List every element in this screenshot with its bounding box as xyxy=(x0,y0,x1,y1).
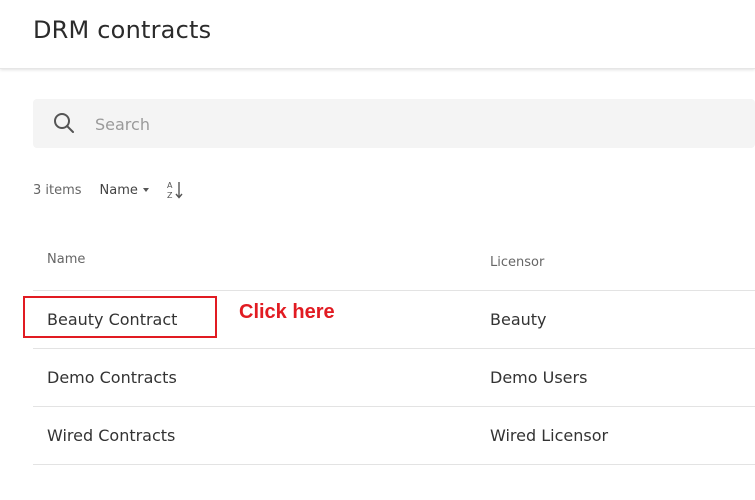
items-count: 3 items xyxy=(33,182,82,198)
sort-by-label: Name xyxy=(99,182,138,198)
contract-name-link[interactable]: Demo Contracts xyxy=(47,368,177,387)
table-row[interactable]: Wired Contracts Wired Licensor xyxy=(33,407,755,465)
table-header: Name Licensor xyxy=(33,232,755,291)
table-row[interactable]: Beauty Contract Beauty xyxy=(33,291,755,349)
page-title: DRM contracts xyxy=(33,16,212,44)
chevron-down-icon xyxy=(142,188,149,192)
annotation-callout: Click here xyxy=(239,301,335,323)
search-icon xyxy=(54,113,74,133)
header-bar: DRM contracts xyxy=(0,0,755,69)
licensor-cell: Demo Users xyxy=(490,368,588,387)
sort-a-z-icon[interactable]: A Z xyxy=(165,179,187,201)
sort-by-dropdown[interactable]: Name xyxy=(100,183,149,198)
column-header-name[interactable]: Name xyxy=(47,252,85,267)
licensor-cell: Beauty xyxy=(490,310,547,329)
table-row[interactable]: Demo Contracts Demo Users xyxy=(33,349,755,407)
svg-text:A: A xyxy=(167,181,173,190)
search-bar[interactable] xyxy=(33,99,755,148)
contract-name-link[interactable]: Beauty Contract xyxy=(47,310,177,329)
search-input[interactable] xyxy=(93,109,697,139)
svg-text:Z: Z xyxy=(167,191,173,200)
column-header-licensor[interactable]: Licensor xyxy=(490,255,544,270)
contract-name-link[interactable]: Wired Contracts xyxy=(47,426,175,445)
licensor-cell: Wired Licensor xyxy=(490,426,609,445)
list-toolbar: 3 items Name A Z xyxy=(33,180,187,200)
contracts-table: Name Licensor Beauty Contract Beauty Dem… xyxy=(33,232,755,465)
